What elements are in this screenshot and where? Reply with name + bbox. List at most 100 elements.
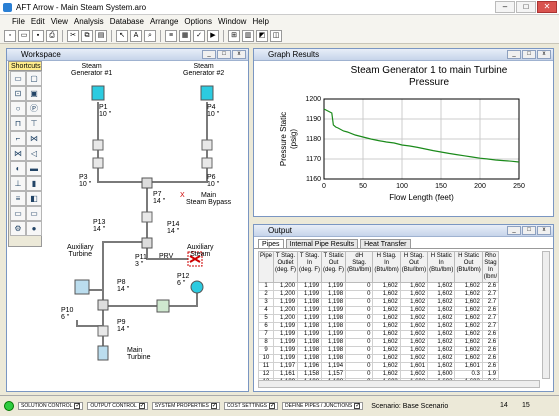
system-properties-button[interactable]: SYSTEM PROPERTIES ✓	[151, 402, 220, 410]
column-header[interactable]: Rho Stag In (lbm/	[481, 251, 500, 283]
valve-icon[interactable]	[141, 211, 153, 223]
arrow-tool-icon[interactable]: ↖	[116, 29, 128, 42]
assigned-flow-icon[interactable]: ⊡	[10, 86, 26, 101]
minimize-button[interactable]: –	[495, 1, 515, 13]
close-button[interactable]: ✕	[537, 1, 557, 13]
main-turbine[interactable]	[97, 345, 109, 361]
restore-icon[interactable]: □	[522, 50, 536, 59]
table-row[interactable]: 4 1,200 1,199 1,199 0 1,602 1,602 1,602 1,602 2.6	[257, 306, 500, 315]
tab-pipes[interactable]: Pipes	[258, 239, 284, 248]
tee-junction-icon[interactable]	[141, 177, 153, 189]
menu-arrange[interactable]: Arrange	[150, 17, 178, 26]
menu-window[interactable]: Window	[218, 17, 246, 26]
tab-internal-pipe-results[interactable]: Internal Pipe Results	[285, 239, 359, 248]
table-row[interactable]: 1 1,200 1,199 1,199 0 1,602 1,602 1,602 1,602 2.6	[257, 282, 500, 291]
define-pipes-junctions-button[interactable]: DEFINE PIPES / JUNCTIONS ✓	[282, 402, 364, 410]
menu-options[interactable]: Options	[184, 17, 212, 26]
pipe-tool-icon[interactable]: ▭	[10, 71, 26, 86]
auxiliary-steam[interactable]	[190, 280, 204, 294]
solution-control-button[interactable]: SOLUTION CONTROL ✓	[18, 402, 84, 410]
table-row[interactable]: 2 1,200 1,199 1,198 0 1,602 1,602 1,602 1,602 2.7	[257, 290, 500, 299]
check-valve-icon[interactable]: ◁	[26, 146, 42, 161]
column-header[interactable]: H Stag. In (Btu/lbm)	[372, 251, 401, 283]
tee-junction-icon[interactable]	[141, 237, 153, 249]
restore-icon[interactable]: □	[522, 226, 536, 235]
table-row[interactable]: 7 1,199 1,199 1,199 0 1,602 1,602 1,602 1,602 2.6	[257, 330, 500, 339]
area-change-icon[interactable]: ⊓	[10, 116, 26, 131]
separator-icon[interactable]: ▭	[10, 206, 26, 221]
auxiliary-turbine[interactable]	[74, 279, 90, 295]
maximize-button[interactable]: □	[516, 1, 536, 13]
column-header[interactable]: Pipe	[257, 251, 275, 283]
cut-icon[interactable]: ✂	[67, 29, 79, 42]
check-icon[interactable]: ✓	[193, 29, 205, 42]
tee-junction-icon[interactable]	[97, 299, 109, 311]
minimize-icon[interactable]: _	[507, 226, 521, 235]
table-row[interactable]: 3 1,199 1,198 1,198 0 1,602 1,602 1,602 1,602 2.7	[257, 298, 500, 307]
zoom-icon[interactable]: ⌕	[144, 29, 156, 42]
new-file-icon[interactable]: ▫	[4, 29, 16, 42]
restore-icon[interactable]: □	[217, 50, 231, 59]
workspace-icon[interactable]: ⊞	[228, 29, 240, 42]
run-icon[interactable]: ▶	[207, 29, 219, 42]
close-icon[interactable]: x	[537, 226, 551, 235]
minimize-icon[interactable]: _	[202, 50, 216, 59]
turbine-icon[interactable]: ◧	[26, 191, 42, 206]
minimize-icon[interactable]: _	[507, 50, 521, 59]
vertical-scrollbar[interactable]	[542, 251, 550, 379]
menu-edit[interactable]: Edit	[31, 17, 45, 26]
table-row[interactable]: 8 1,199 1,198 1,198 0 1,602 1,602 1,602 1,602 2.6	[257, 338, 500, 347]
spray-icon[interactable]: ▣	[26, 86, 42, 101]
table-row[interactable]: 12 1,161 1,158 1,157 0 1,602 1,602 1,600 0.3 1.9	[257, 370, 500, 379]
menu-view[interactable]: View	[51, 17, 68, 26]
align-icon[interactable]: ≡	[165, 29, 177, 42]
copy-icon[interactable]: ⧉	[81, 29, 93, 42]
output-control-button[interactable]: OUTPUT CONTROL ✓	[87, 402, 148, 410]
output-icon[interactable]: ▥	[242, 29, 254, 42]
bend-icon[interactable]: ⌐	[10, 131, 26, 146]
table-row[interactable]: 11 1,197 1,196 1,194 0 1,602 1,601 1,602 1,601 2.…	[257, 362, 500, 371]
table-row[interactable]: 9 1,199 1,198 1,198 0 1,602 1,602 1,602 1,602 2.6	[257, 346, 500, 355]
close-icon[interactable]: x	[232, 50, 246, 59]
save-icon[interactable]: ▪	[32, 29, 44, 42]
visual-report-icon[interactable]: ◫	[270, 29, 282, 42]
column-header[interactable]: T Stag. In (deg. F)	[297, 251, 323, 283]
cost-settings-button[interactable]: COST SETTINGS ✓	[223, 402, 279, 410]
paste-icon[interactable]: ▤	[95, 29, 107, 42]
valve-icon[interactable]	[92, 157, 104, 169]
steam-generator-2[interactable]	[200, 85, 214, 101]
print-icon[interactable]: ⎙	[46, 29, 58, 42]
table-row[interactable]: 5 1,200 1,199 1,198 0 1,602 1,602 1,602 1,602 2.7	[257, 314, 500, 323]
valve-icon[interactable]	[97, 325, 109, 337]
menu-file[interactable]: File	[12, 17, 25, 26]
close-icon[interactable]: x	[537, 50, 551, 59]
dead-end-icon[interactable]: ●	[26, 221, 42, 236]
compressor-icon[interactable]: ◐	[10, 161, 26, 176]
control-valve-icon[interactable]: ⋈	[10, 146, 26, 161]
branch-icon[interactable]: ○	[10, 101, 26, 116]
screen-icon[interactable]: ▮	[26, 176, 42, 191]
column-header[interactable]: H Stag. Out (Btu/lbm)	[399, 251, 429, 283]
valve-icon[interactable]	[201, 157, 213, 169]
column-header[interactable]: T Static Out (deg. F)	[321, 251, 347, 283]
tank-icon[interactable]: ▢	[26, 71, 42, 86]
orifice-icon[interactable]: ≡	[10, 191, 26, 206]
column-header[interactable]: dH Stag. (Btu/lbm)	[345, 251, 374, 283]
column-header[interactable]: T Stag. Outlet (deg. F)	[273, 251, 299, 283]
volume-balance-icon[interactable]: ▭	[26, 206, 42, 221]
annotation-icon[interactable]: A	[130, 29, 142, 42]
table-row[interactable]: 10 1,199 1,198 1,198 0 1,602 1,602 1,602 1,602 2.…	[257, 354, 500, 363]
grid-icon[interactable]: ▦	[179, 29, 191, 42]
heat-exchanger-icon[interactable]: ▬	[26, 161, 42, 176]
column-header[interactable]: H Static Out (Btu/lbm)	[454, 251, 483, 283]
relief-valve-icon[interactable]: ⊥	[10, 176, 26, 191]
tab-heat-transfer[interactable]: Heat Transfer	[360, 239, 411, 248]
horizontal-scrollbar[interactable]	[258, 380, 540, 388]
general-component-icon[interactable]: ⚙	[10, 221, 26, 236]
valve-icon[interactable]	[201, 139, 213, 151]
tee-icon[interactable]: ⊤	[26, 116, 42, 131]
graph-icon[interactable]: ◩	[256, 29, 268, 42]
column-header[interactable]: H Static In (Btu/lbm)	[427, 251, 456, 283]
valve-icon[interactable]	[92, 139, 104, 151]
table-row[interactable]: 6 1,199 1,198 1,198 0 1,602 1,602 1,602 1,602 2.7	[257, 322, 500, 331]
